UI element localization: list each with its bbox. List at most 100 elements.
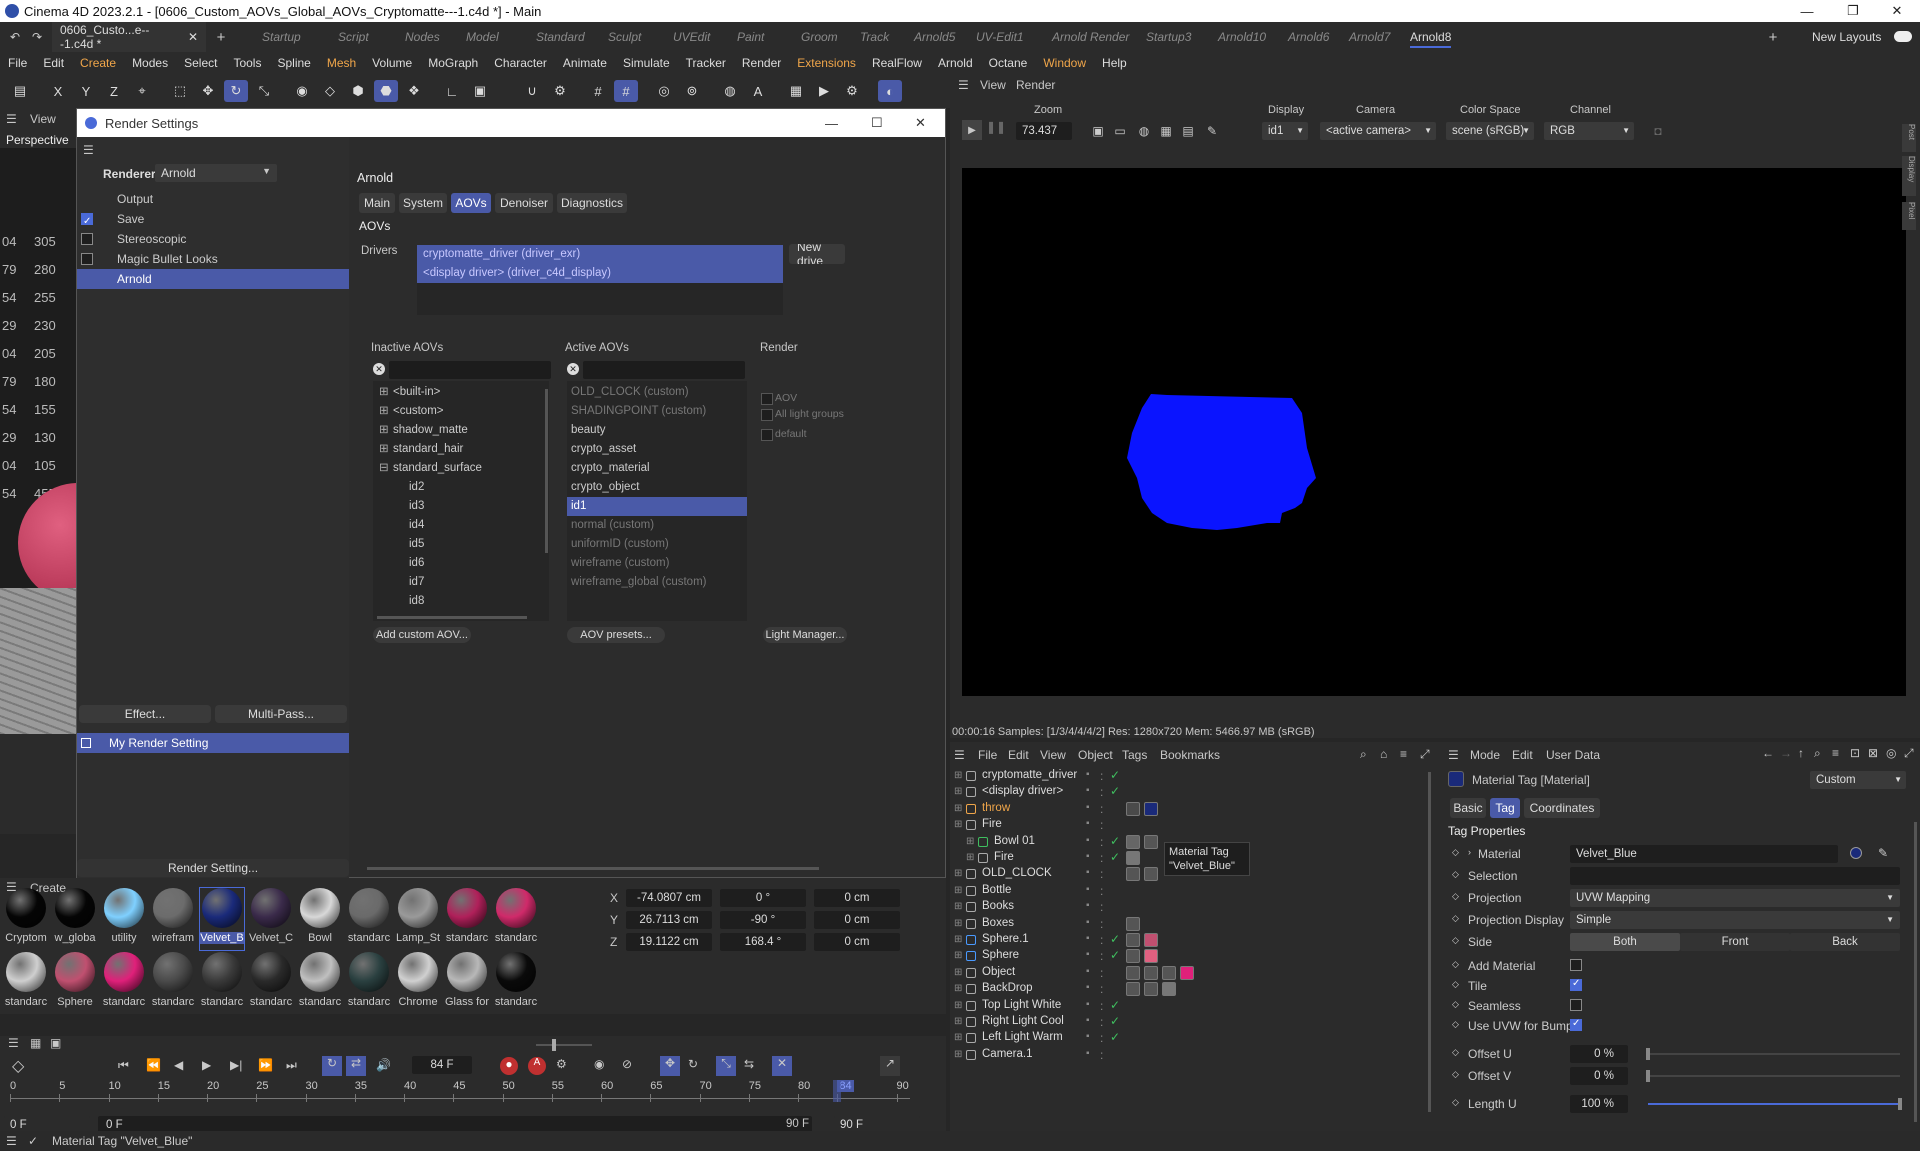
viewport-view-menu[interactable]: View — [30, 112, 56, 126]
grid-view-icon[interactable]: ▦ — [30, 1036, 41, 1050]
tag-icon[interactable] — [1126, 867, 1140, 882]
x-axis-icon[interactable]: X — [46, 80, 70, 102]
tree-expand-icon[interactable]: ⊞ — [379, 440, 389, 459]
menu-mograph[interactable]: MoGraph — [420, 52, 486, 74]
target-icon[interactable]: ⊚ — [680, 80, 704, 102]
forward-arrow-icon[interactable]: → — [1780, 746, 1792, 760]
render-dots-icon[interactable]: : — [1100, 884, 1103, 898]
aov-presets-button[interactable]: AOV presets... — [567, 627, 665, 643]
render-dots-icon[interactable]: : — [1100, 999, 1103, 1013]
tab-basic[interactable]: Basic — [1450, 798, 1486, 818]
enabled-check-icon[interactable]: ✓ — [1110, 932, 1120, 946]
maximize-icon[interactable]: ❐ — [1830, 0, 1876, 22]
inactive-aov-item[interactable]: id2 — [373, 478, 549, 497]
tab-main[interactable]: Main — [359, 193, 395, 213]
render-setting-button[interactable]: Render Setting... — [77, 859, 349, 877]
file-icon[interactable]: ▤ — [8, 80, 32, 102]
fcurve-icon[interactable]: ↗ — [880, 1056, 900, 1076]
render-dots-icon[interactable]: : — [1100, 1048, 1103, 1062]
pen-icon[interactable]: ✎ — [1202, 122, 1222, 140]
tile-checkbox[interactable] — [1570, 978, 1582, 991]
axis-mode-icon[interactable]: ∟ — [440, 80, 464, 102]
menu-character[interactable]: Character — [486, 52, 555, 74]
dlg-close-icon[interactable]: ✕ — [915, 115, 926, 131]
layout-tab[interactable]: Groom — [801, 30, 838, 44]
filter-icon[interactable]: ≡ — [1400, 747, 1407, 761]
tag-icon[interactable] — [1144, 965, 1158, 980]
goto-start-icon[interactable]: ⏮ — [118, 1058, 129, 1073]
render-dots-icon[interactable]: : — [1100, 818, 1103, 832]
clapboard-icon[interactable]: ▦ — [784, 80, 808, 102]
driver-item[interactable]: cryptomatte_driver (driver_exr) — [417, 245, 783, 264]
selection-field[interactable] — [1570, 867, 1900, 885]
render-canvas[interactable] — [962, 168, 1906, 696]
menu-spline[interactable]: Spline — [269, 52, 318, 74]
inactive-aov-item[interactable]: ⊟ standard_surface — [373, 459, 549, 478]
material-thumbnail[interactable]: w_globa — [53, 888, 97, 950]
tree-expand-icon[interactable]: ⊞ — [954, 934, 962, 945]
tag-icon[interactable] — [1126, 801, 1140, 816]
visibility-icon[interactable]: ▪ — [1086, 867, 1090, 878]
use-uvw-checkbox[interactable] — [1570, 1018, 1582, 1031]
globe-icon[interactable]: ◍ — [1134, 122, 1154, 140]
coord-system-icon[interactable]: ⌖ — [130, 80, 154, 102]
tab-aovs[interactable]: AOVs — [451, 193, 491, 213]
region-icon[interactable]: ▭ — [1110, 122, 1130, 140]
render-dots-icon[interactable]: : — [1100, 851, 1103, 865]
material-thumbnail[interactable]: Glass for — [445, 952, 489, 1014]
viewport-canvas[interactable]: 04 305 79 280 54 255 29 230 04 205 79 180 54 15… — [0, 148, 76, 734]
om-scrollbar[interactable] — [1428, 772, 1431, 1112]
key-pla-icon[interactable]: ✕ — [772, 1056, 792, 1076]
aov-option[interactable]: AOV — [761, 391, 851, 407]
rs-item-output[interactable]: Output — [77, 189, 349, 209]
viewport-menu-icon[interactable]: ☰ — [6, 112, 17, 126]
material-thumbnail[interactable]: Lamp_St — [396, 888, 440, 950]
visibility-icon[interactable]: ▪ — [1086, 1031, 1090, 1042]
driver-item[interactable]: <display driver> (driver_c4d_display) — [417, 264, 783, 283]
render-dots-icon[interactable]: : — [1100, 966, 1103, 980]
om-menu-view[interactable]: View — [1040, 748, 1066, 762]
rs-item-magic-bullet[interactable]: Magic Bullet Looks — [77, 249, 349, 269]
om-menu-object[interactable]: Object — [1078, 748, 1113, 762]
layout-tab[interactable]: Nodes — [405, 30, 440, 44]
coord-input[interactable]: 0 ° — [720, 889, 806, 907]
layout-tab[interactable]: Arnold Render — [1052, 30, 1129, 44]
om-menu-tags[interactable]: Tags — [1122, 748, 1147, 762]
y-axis-icon[interactable]: Y — [74, 80, 98, 102]
rv-menu-view[interactable]: View — [980, 78, 1006, 92]
grid-view-icon-2[interactable]: ▣ — [50, 1036, 61, 1050]
stereoscopic-checkbox[interactable] — [81, 233, 93, 245]
visibility-icon[interactable]: ▪ — [1086, 949, 1090, 960]
menu-render[interactable]: Render — [734, 52, 789, 74]
camera-icon[interactable]: ◍ — [718, 80, 742, 102]
layout-tab[interactable]: Arnold5 — [914, 30, 955, 44]
search-icon[interactable]: ⌕ — [1814, 746, 1821, 761]
inactive-aov-item[interactable]: ⊞ <custom> — [373, 402, 549, 421]
inactive-aov-item[interactable]: id3 — [373, 497, 549, 516]
material-thumbnail[interactable]: Cryptom — [4, 888, 48, 950]
tree-expand-icon[interactable]: ⊞ — [954, 819, 962, 830]
layout-tab-active[interactable]: Arnold8 — [1410, 30, 1452, 48]
tree-expand-icon[interactable]: ⊞ — [954, 901, 962, 912]
render-settings-icon[interactable]: ⚙ — [840, 80, 864, 102]
material-thumbnail[interactable]: standarc — [4, 952, 48, 1014]
menu-modes[interactable]: Modes — [124, 52, 176, 74]
projection-dropdown[interactable]: UVW Mapping ▼ — [1570, 889, 1900, 907]
om-menu-edit[interactable]: Edit — [1008, 748, 1029, 762]
coord-input[interactable]: 0 cm — [814, 911, 900, 929]
inactive-aov-item[interactable]: ⊞ <built-in> — [373, 383, 549, 402]
render-dots-icon[interactable]: : — [1100, 1031, 1103, 1045]
render-dots-icon[interactable]: : — [1100, 917, 1103, 931]
active-aov-item[interactable]: crypto_object — [567, 478, 747, 497]
am-menu-edit[interactable]: Edit — [1512, 748, 1533, 762]
menu-select[interactable]: Select — [176, 52, 225, 74]
active-aov-item[interactable]: wireframe (custom) — [567, 554, 747, 573]
param-icon[interactable]: ⊘ — [622, 1057, 632, 1071]
expand-icon[interactable]: ⤢ — [1904, 746, 1914, 761]
enabled-check-icon[interactable]: ✓ — [1110, 784, 1120, 798]
render-dots-icon[interactable]: : — [1100, 769, 1103, 783]
side-tab-pixel[interactable]: Pixel — [1902, 202, 1916, 230]
tag-icon[interactable] — [1144, 834, 1158, 849]
home-icon[interactable]: ⌂ — [1380, 747, 1387, 761]
active-aov-item[interactable]: beauty — [567, 421, 747, 440]
